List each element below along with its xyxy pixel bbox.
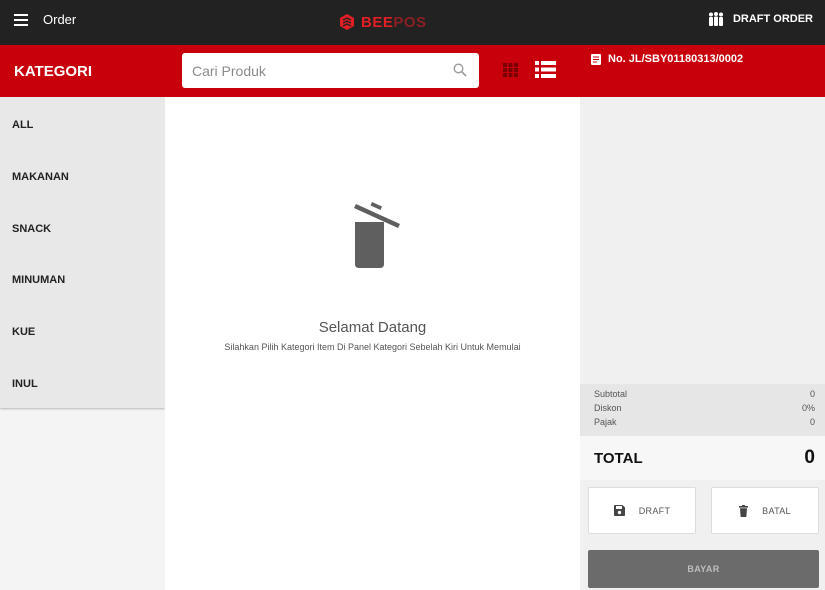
tax-value: 0 (809, 417, 815, 427)
top-bar: Order BEEPOS DRAFT ORDER (0, 0, 825, 45)
search-box (182, 53, 479, 88)
discount-row: Diskon 0% (594, 403, 815, 413)
subtotal-label: Subtotal (594, 389, 628, 399)
save-icon (613, 505, 625, 516)
draft-button[interactable]: DRAFT (588, 487, 696, 534)
welcome-subtitle: Silahkan Pilih Kategori Item Di Panel Ka… (224, 342, 521, 352)
order-summary: Subtotal 0 Diskon 0% Pajak 0 (580, 384, 825, 436)
receipt-header: No. JL/SBY01180313/0002 (580, 45, 825, 97)
draft-order-button[interactable]: DRAFT ORDER (707, 12, 813, 26)
trash-can-icon (354, 202, 400, 268)
pay-button[interactable]: BAYAR (588, 550, 819, 588)
search-icon[interactable] (453, 63, 467, 77)
discount-label: Diskon (594, 403, 622, 413)
app-logo: BEEPOS (338, 10, 427, 34)
welcome-title: Selamat Datang (318, 319, 427, 336)
discount-value: 0% (801, 403, 815, 413)
logo-text-bee: BEE (361, 13, 394, 31)
tax-row: Pajak 0 (594, 417, 815, 427)
cart-items-area (580, 97, 825, 384)
category-list: ALL MAKANAN SNACK MINUMAN KUE INUL (0, 97, 165, 408)
category-item-snack[interactable]: SNACK (0, 201, 165, 253)
list-view-icon[interactable] (535, 61, 556, 78)
subtotal-row: Subtotal 0 (594, 389, 815, 399)
logo-text-pos: POS (393, 13, 427, 31)
draft-label: DRAFT (638, 505, 671, 516)
beepos-logo-icon (340, 14, 354, 30)
category-title: KATEGORI (14, 63, 93, 80)
subtotal-value: 0 (809, 389, 815, 399)
cancel-label: BATAL (762, 505, 791, 516)
people-icon (708, 12, 723, 26)
trash-icon (739, 504, 749, 517)
receipt-number-text: No. JL/SBY01180313/0002 (608, 53, 744, 65)
category-item-minuman[interactable]: MINUMAN (0, 252, 165, 304)
receipt-number: No. JL/SBY01180313/0002 (591, 53, 743, 65)
total-value: 0 (804, 447, 815, 468)
page-title: Order (43, 12, 77, 27)
draft-order-label: DRAFT ORDER (732, 13, 813, 25)
receipt-icon (591, 53, 601, 65)
action-area: DRAFT BATAL BAYAR (580, 480, 825, 590)
category-item-kue[interactable]: KUE (0, 304, 165, 356)
search-input[interactable] (192, 53, 442, 88)
grid-view-icon[interactable] (503, 63, 518, 77)
hamburger-menu-icon[interactable] (14, 14, 28, 26)
category-item-all[interactable]: ALL (0, 97, 165, 149)
total-label: TOTAL (594, 450, 643, 467)
tax-label: Pajak (594, 417, 617, 427)
product-panel: Selamat Datang Silahkan Pilih Kategori I… (165, 97, 580, 590)
category-item-makanan[interactable]: MAKANAN (0, 149, 165, 201)
category-sidebar: ALL MAKANAN SNACK MINUMAN KUE INUL (0, 97, 165, 590)
total-row: TOTAL 0 (580, 436, 825, 480)
cancel-button[interactable]: BATAL (711, 487, 819, 534)
category-item-inul[interactable]: INUL (0, 356, 165, 408)
